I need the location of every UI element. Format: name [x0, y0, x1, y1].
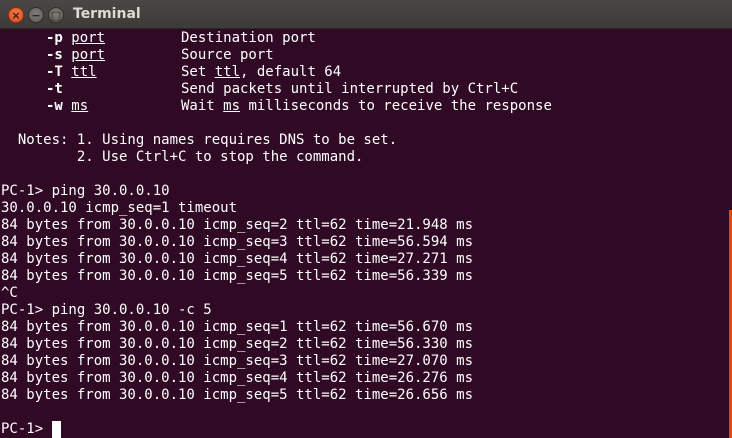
option-flag: -T — [46, 64, 63, 80]
option-desc: Wait — [181, 98, 224, 114]
terminal-window: × − □ Terminal -p port Destination port -… — [0, 0, 732, 438]
option-desc: Source port — [181, 47, 274, 63]
option-arg: port — [71, 47, 106, 63]
output-line: 84 bytes from 30.0.0.10 icmp_seq=3 ttl=6… — [1, 353, 474, 369]
text-cursor — [51, 421, 61, 438]
window-title: Terminal — [73, 6, 141, 22]
output-line: 84 bytes from 30.0.0.10 icmp_seq=3 ttl=6… — [1, 234, 474, 250]
maximize-icon: □ — [50, 9, 62, 22]
option-flag: -t — [46, 81, 63, 97]
option-line: -p port Destination port — [1, 30, 727, 47]
close-button[interactable]: × — [8, 7, 24, 23]
note-line: 2. Use Ctrl+C to stop the command. — [1, 149, 364, 165]
option-flag: -s — [46, 47, 63, 63]
option-line: -t Send packets until interrupted by Ctr… — [1, 81, 727, 98]
output-line: 30.0.0.10 icmp_seq=1 timeout — [1, 200, 238, 216]
output-line: 84 bytes from 30.0.0.10 icmp_seq=2 ttl=6… — [1, 336, 474, 352]
minimize-icon: − — [31, 9, 41, 22]
notes: Notes: 1. Using names requires DNS to be… — [1, 132, 727, 166]
output-line: 84 bytes from 30.0.0.10 icmp_seq=5 ttl=6… — [1, 268, 474, 284]
option-arg: ms — [71, 98, 89, 114]
prompt: PC-1> — [1, 421, 52, 437]
output-line: 84 bytes from 30.0.0.10 icmp_seq=4 ttl=6… — [1, 251, 474, 267]
option-desc: Set — [181, 64, 215, 80]
minimize-button[interactable]: − — [28, 7, 44, 23]
output-line: ^C — [1, 285, 18, 301]
output-line: PC-1> ping 30.0.0.10 — [1, 183, 170, 199]
note-line: Notes: 1. Using names requires DNS to be… — [1, 132, 398, 148]
option-line: -T ttl Set ttl, default 64 — [46, 64, 342, 80]
close-icon: × — [11, 9, 21, 22]
options-list: -p port Destination port -s port Source po… — [1, 30, 727, 115]
output-line: 84 bytes from 30.0.0.10 icmp_seq=1 ttl=6… — [1, 319, 474, 335]
option-arg: port — [71, 30, 106, 46]
option-desc: Send packets until interrupted by Ctrl+C — [181, 81, 519, 97]
output-line: 84 bytes from 30.0.0.10 icmp_seq=5 ttl=6… — [1, 387, 474, 403]
command-output: PC-1> ping 30.0.0.10 30.0.0.10 icmp_seq=… — [1, 183, 727, 404]
option-desc: Destination port — [181, 30, 316, 46]
option-line: -s port Source port — [1, 47, 727, 64]
output-line: 84 bytes from 30.0.0.10 icmp_seq=4 ttl=6… — [1, 370, 474, 386]
output-line: 84 bytes from 30.0.0.10 icmp_seq=2 ttl=6… — [1, 217, 474, 233]
terminal-content[interactable]: -p port Destination port -s port Source po… — [1, 30, 727, 438]
option-line: -w ms Wait ms milliseconds to receive the… — [46, 98, 552, 114]
option-arg: ttl — [71, 64, 97, 80]
option-flag: -w — [46, 98, 63, 114]
option-flag: -p — [46, 30, 63, 46]
maximize-button[interactable]: □ — [48, 7, 64, 23]
output-line: PC-1> ping 30.0.0.10 -c 5 — [1, 302, 212, 318]
title-bar[interactable]: × − □ Terminal — [0, 0, 732, 29]
prompt-line[interactable]: PC-1> — [1, 421, 727, 438]
